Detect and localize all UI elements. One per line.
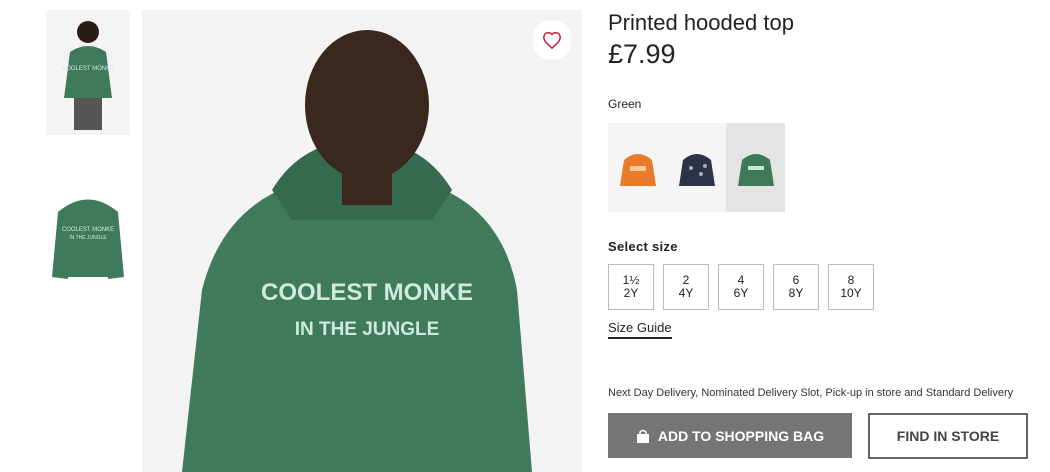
add-to-bag-button[interactable]: ADD TO SHOPPING BAG — [608, 413, 852, 458]
thumbnail-model[interactable]: COOLEST MONKE — [46, 10, 130, 135]
color-swatches — [608, 123, 1050, 212]
size-bottom: 10Y — [840, 286, 862, 300]
hoodie-print-line2: IN THE JUNGLE — [295, 319, 440, 340]
thumb-flat-print-text: COOLEST MONKE — [62, 227, 114, 233]
find-in-store-button[interactable]: FIND IN STORE — [868, 413, 1028, 459]
size-options: 1½ 2Y 2 4Y 4 6Y 6 8Y 8 10Y — [608, 264, 1050, 310]
product-price: £7.99 — [608, 39, 676, 69]
add-to-bag-label: ADD TO SHOPPING BAG — [657, 427, 825, 444]
heart-icon — [542, 31, 562, 49]
swatch-orange[interactable] — [608, 123, 667, 212]
delivery-info: Next Day Delivery, Nominated Delivery Sl… — [608, 387, 1014, 399]
size-guide-link[interactable]: Size Guide — [608, 320, 672, 339]
thumb-print-text: COOLEST MONKE — [62, 66, 114, 72]
action-buttons: ADD TO SHOPPING BAG FIND IN STORE — [608, 413, 1050, 459]
shopping-bag-icon — [636, 429, 650, 443]
thumb-flat-print-text-2: IN THE JUNGLE — [69, 235, 107, 241]
size-bottom: 4Y — [678, 286, 694, 300]
thumbnail-gallery: COOLEST MONKE COOLEST MONKE IN THE JUNGL… — [46, 10, 130, 324]
size-option-3[interactable]: 4 6Y — [718, 264, 764, 310]
hoodie-print-line1: COOLEST MONKE — [261, 279, 473, 306]
select-size-label: Select size — [608, 239, 678, 254]
product-title: Printed hooded top — [608, 10, 794, 35]
size-option-2[interactable]: 2 4Y — [663, 264, 709, 310]
thumbnail-flat[interactable]: COOLEST MONKE IN THE JUNGLE — [46, 167, 130, 292]
main-product-image[interactable]: COOLEST MONKE IN THE JUNGLE — [142, 10, 582, 472]
size-option-5[interactable]: 8 10Y — [828, 264, 874, 310]
swatch-navy[interactable] — [667, 123, 726, 212]
wishlist-button[interactable] — [532, 20, 572, 60]
product-info-panel: Printed hooded top £7.99 Green Select si… — [608, 10, 1050, 459]
size-bottom: 8Y — [788, 286, 804, 300]
size-option-1[interactable]: 1½ 2Y — [608, 264, 654, 310]
size-option-4[interactable]: 6 8Y — [773, 264, 819, 310]
size-bottom: 6Y — [733, 286, 749, 300]
color-name: Green — [608, 97, 642, 111]
size-bottom: 2Y — [623, 286, 639, 300]
swatch-green[interactable] — [726, 123, 785, 212]
